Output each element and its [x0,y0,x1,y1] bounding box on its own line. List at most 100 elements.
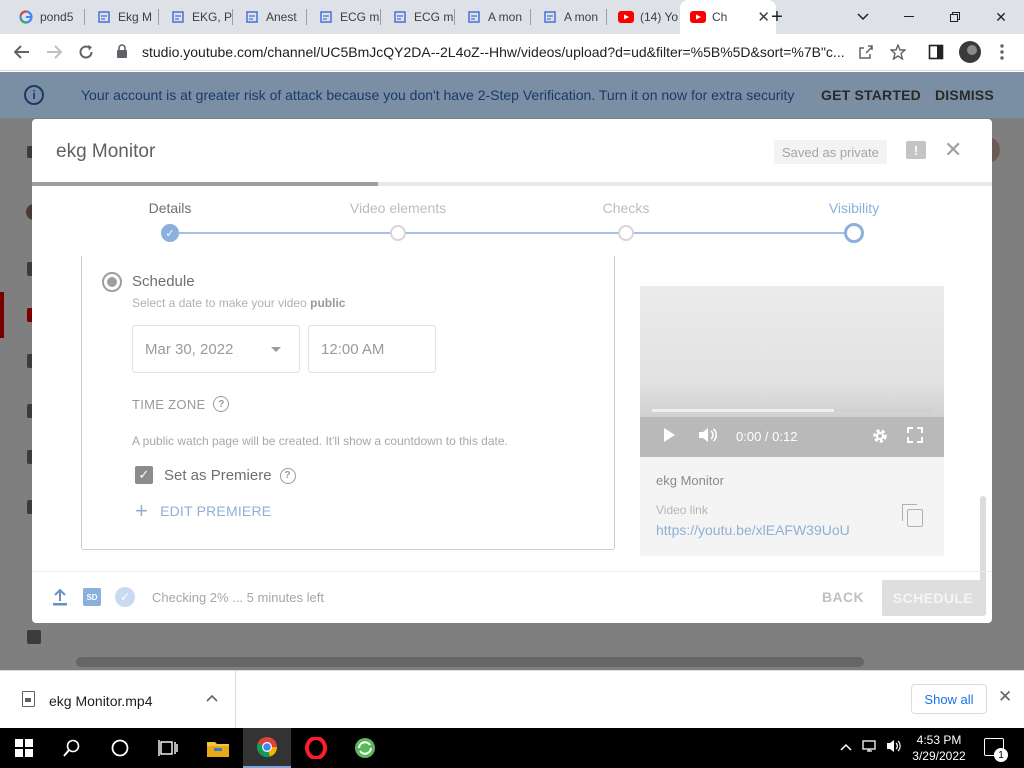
check-icon[interactable]: ✓ [161,224,179,242]
minimize-button[interactable] [886,0,932,34]
step-visibility[interactable]: Visibility [774,200,934,216]
horizontal-scrollbar[interactable] [76,657,864,667]
stepper-line [170,232,854,234]
tab-title: ECG m [340,10,380,24]
video-player[interactable]: 0:00 / 0:12 [640,286,944,457]
browser-tab[interactable]: Ekg M [86,0,158,34]
document-icon [318,9,334,25]
task-view-icon[interactable] [144,728,192,768]
dropdown-arrow-icon [271,347,281,352]
show-all-button[interactable]: Show all [911,684,987,714]
schedule-label: Schedule [132,273,195,290]
browser-tab[interactable]: ECG m [382,0,454,34]
upload-icon [51,588,69,606]
document-icon [542,9,558,25]
cortana-icon[interactable] [96,728,144,768]
document-icon [392,9,408,25]
side-panel-icon[interactable] [922,38,950,66]
schedule-button[interactable]: SCHEDULE [882,580,984,616]
search-icon[interactable] [48,728,96,768]
back-arrow-icon[interactable] [8,38,36,66]
help-icon[interactable]: ? [279,467,296,484]
share-icon[interactable] [852,38,880,66]
info-icon: i [24,85,44,105]
browser-tab[interactable]: (14) Yo [608,0,680,34]
opera-icon[interactable] [292,728,340,768]
windows-start-icon[interactable] [0,728,48,768]
file-explorer-icon[interactable] [194,728,242,768]
time-picker[interactable]: 12:00 AM [308,325,436,373]
tab-search-icon[interactable] [840,0,886,34]
bookmark-star-icon[interactable] [884,38,912,66]
browser-tab[interactable]: A mon [532,0,606,34]
browser-tab[interactable]: A mon [456,0,530,34]
video-progress-bar[interactable] [652,409,932,412]
play-icon[interactable] [662,427,676,448]
tab-title: A mon [564,10,599,24]
download-item[interactable]: ekg Monitor.mp4 [0,671,236,729]
browser-tab[interactable]: pond5 [8,0,84,34]
notification-count-badge: 1 [994,748,1008,762]
date-value: Mar 30, 2022 [145,340,234,358]
browser-tab[interactable]: Anest [234,0,306,34]
forward-arrow-icon[interactable] [40,38,68,66]
tab-title: ECG m [414,10,454,24]
feedback-icon[interactable]: ! [906,141,926,159]
premiere-checkbox[interactable]: ✓ [135,466,153,484]
tab-title: Ekg M [118,10,153,24]
edit-premiere-button[interactable]: + EDIT PREMIERE [135,498,271,524]
get-started-button[interactable]: GET STARTED [821,87,921,103]
download-shelf: ekg Monitor.mp4 Show all ✕ [0,670,1024,729]
public-page-note: A public watch page will be created. It'… [132,434,508,448]
premiere-label: Set as Premiere ? [164,467,296,484]
volume-icon[interactable] [698,427,718,448]
step-dot[interactable] [390,225,406,241]
step-dot-current[interactable] [844,223,864,243]
document-icon [170,9,186,25]
chevron-up-icon[interactable] [206,690,218,705]
help-icon[interactable]: ? [213,396,230,412]
restore-button[interactable] [932,0,978,34]
chrome-icon[interactable] [243,728,291,768]
upload-dialog: ekg Monitor Saved as private ! ✕ Details… [32,119,992,623]
step-video-elements[interactable]: Video elements [318,200,478,216]
time-zone[interactable]: TIME ZONE ? [132,396,230,412]
system-clock[interactable]: 4:53 PM 3/29/2022 [906,732,972,764]
video-preview: 0:00 / 0:12 ekg Monitor Video link https… [640,286,944,556]
profile-avatar[interactable] [956,38,984,66]
volume-icon[interactable] [886,739,902,756]
browser-tab[interactable]: ECG m [308,0,380,34]
fullscreen-icon[interactable] [907,427,923,448]
step-dot[interactable] [618,225,634,241]
reload-icon[interactable] [72,38,100,66]
close-window-button[interactable]: ✕ [978,0,1024,34]
browser-tab-strip: pond5 Ekg M EKG, P Anest ECG m ECG m A m… [0,0,1024,34]
schedule-radio[interactable] [102,272,122,292]
upload-status: Checking 2% ... 5 minutes left [152,590,324,605]
network-icon[interactable] [862,739,880,758]
close-icon[interactable]: ✕ [944,137,962,163]
settings-gear-icon[interactable] [871,427,889,450]
tab-title: pond5 [40,10,74,24]
date-picker[interactable]: Mar 30, 2022 [132,325,300,373]
document-icon [244,9,260,25]
step-details[interactable]: Details [90,200,250,216]
video-time: 0:00 / 0:12 [736,429,798,444]
close-icon[interactable]: ✕ [998,687,1012,707]
browser-toolbar: studio.youtube.com/channel/UC5BmJcQY2DA-… [0,34,1024,71]
dismiss-button[interactable]: DISMISS [935,87,994,103]
copy-icon[interactable] [902,504,923,527]
app-green-icon[interactable] [341,728,389,768]
preview-video-title: ekg Monitor [656,473,724,488]
chevron-up-icon[interactable] [840,739,852,754]
step-checks[interactable]: Checks [546,200,706,216]
address-bar[interactable]: studio.youtube.com/channel/UC5BmJcQY2DA-… [108,37,914,67]
feedback-icon[interactable] [27,630,41,644]
new-tab-button[interactable]: + [754,0,800,34]
browser-tab[interactable]: EKG, P [160,0,232,34]
clock-time: 4:53 PM [916,733,962,747]
video-link[interactable]: https://youtu.be/xlEAFW39UoU [656,522,850,538]
back-button[interactable]: BACK [822,589,864,605]
menu-kebab-icon[interactable] [988,38,1016,66]
schedule-subtitle: Select a date to make your video public [132,296,346,310]
